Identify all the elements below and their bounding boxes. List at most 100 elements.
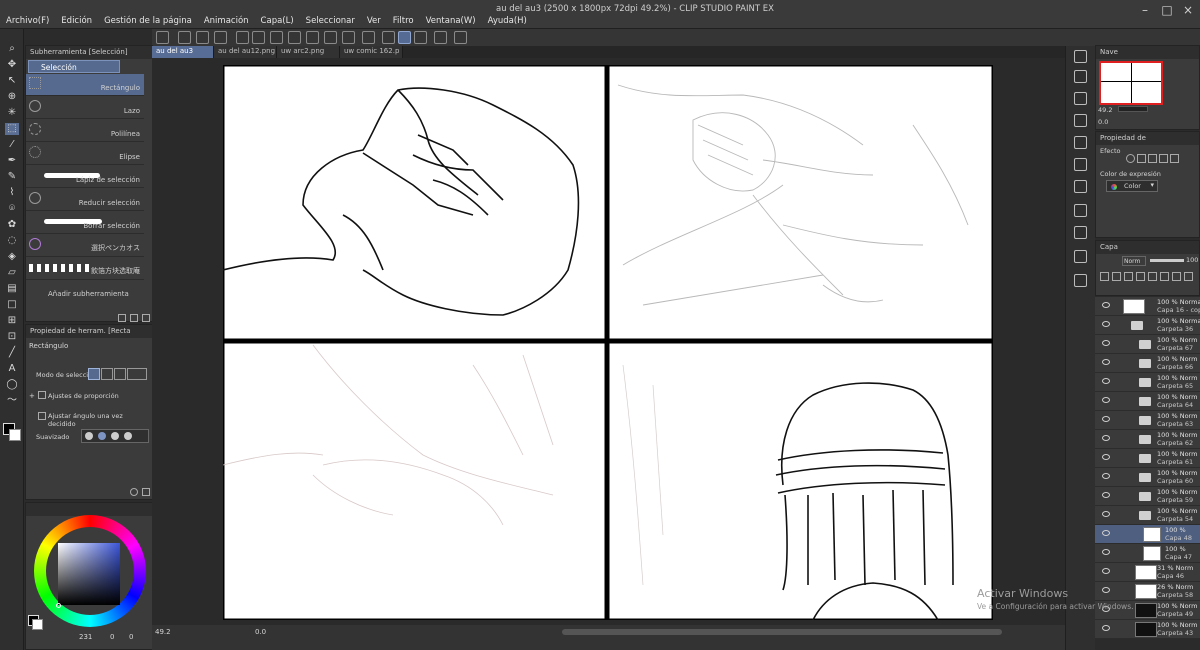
selection-mode-dropdown[interactable]	[127, 368, 147, 380]
menu-seleccionar[interactable]: Seleccionar	[306, 16, 355, 26]
tool-fill-icon[interactable]: ◈	[5, 251, 19, 263]
history-icon[interactable]	[1074, 136, 1087, 149]
subtool-group-tab[interactable]: Selección	[28, 60, 120, 73]
eye-icon[interactable]	[1102, 416, 1110, 422]
blend-mode-select[interactable]: Norm	[1122, 256, 1146, 266]
subtool-lapiz-seleccion[interactable]: Lápiz de selección	[26, 166, 144, 188]
tool-operation-icon[interactable]: ↖	[5, 75, 19, 87]
eye-icon[interactable]	[1102, 302, 1110, 308]
tool-correct-line-icon[interactable]: 〜	[5, 395, 19, 407]
new-raster-layer-icon[interactable]	[1100, 272, 1109, 281]
tool-zoom-icon[interactable]: ⌕	[5, 43, 19, 55]
maximize-icon[interactable]: □	[1160, 3, 1174, 17]
eye-icon[interactable]	[1102, 378, 1110, 384]
eye-icon[interactable]	[1102, 511, 1110, 517]
tool-blend-icon[interactable]: ◌	[5, 235, 19, 247]
layer-row[interactable]: 100 % Norm Carpeta 54	[1095, 506, 1200, 525]
layer-property-icon[interactable]	[1074, 114, 1087, 127]
subtool-custom-2[interactable]: 飲箔方块选取庵	[26, 258, 144, 280]
color-settings-icon[interactable]	[434, 31, 447, 44]
tool-eraser-icon[interactable]: ▱	[5, 267, 19, 279]
layer-row[interactable]: 100 % Norm Carpeta 60	[1095, 468, 1200, 487]
eye-icon[interactable]	[1102, 321, 1110, 327]
effect-watercolor-icon[interactable]	[1137, 154, 1146, 163]
smoothing-level-4[interactable]	[124, 432, 132, 440]
eye-icon[interactable]	[1102, 435, 1110, 441]
tool-text-icon[interactable]: A	[5, 363, 19, 375]
invert-selection-icon[interactable]	[342, 31, 355, 44]
status-angle[interactable]: 0.0	[255, 628, 266, 636]
opacity-slider[interactable]	[1150, 259, 1184, 262]
layer-row[interactable]: 100 % Normal Carpeta 36	[1095, 316, 1200, 335]
subtool-reducir-seleccion[interactable]: Reducir selección	[26, 189, 144, 211]
ruler-icon[interactable]	[382, 31, 395, 44]
navigator-icon[interactable]	[1074, 70, 1087, 83]
smoothing-selector[interactable]	[81, 429, 149, 443]
minimize-icon[interactable]: –	[1138, 3, 1152, 17]
layer-row[interactable]: 100 % Norm Carpeta 67	[1095, 335, 1200, 354]
tool-gradient-icon[interactable]: ▤	[5, 283, 19, 295]
subtool-lazo[interactable]: Lazo	[26, 97, 144, 119]
navigator-angle[interactable]: 0.0	[1098, 118, 1108, 126]
tool-decoration-icon[interactable]: ✿	[5, 219, 19, 231]
saturation-value-square[interactable]	[58, 543, 120, 605]
layer-row[interactable]: 100 % Norm Carpeta 64	[1095, 392, 1200, 411]
auto-action-icon[interactable]	[1074, 226, 1087, 239]
menu-capa[interactable]: Capa(L)	[261, 16, 294, 26]
selection-mode-new-icon[interactable]	[88, 368, 100, 380]
eye-icon[interactable]	[1102, 549, 1110, 555]
layer-row[interactable]: 100 % Norm Carpeta 63	[1095, 411, 1200, 430]
search-icon[interactable]	[1074, 50, 1087, 63]
layer-row[interactable]: 100 % Norm Carpeta 43	[1095, 620, 1200, 639]
tool-magic-wand-icon[interactable]: ✳	[5, 107, 19, 119]
tool-frame-icon[interactable]: ⊞	[5, 315, 19, 327]
navigator-preview[interactable]	[1099, 61, 1163, 105]
eye-icon[interactable]	[1102, 359, 1110, 365]
sub-color-indicator[interactable]	[32, 619, 43, 630]
selection-mode-subtract-icon[interactable]	[114, 368, 126, 380]
expression-color-select[interactable]: Color ▾	[1106, 180, 1158, 192]
sub-view-icon[interactable]	[1074, 180, 1087, 193]
menu-gestion-pagina[interactable]: Gestión de la página	[104, 16, 192, 26]
material-icon[interactable]	[1074, 92, 1087, 105]
subtool-custom-1[interactable]: 選択ペンカオス	[26, 235, 144, 257]
tool-pencil-icon[interactable]: ✎	[5, 171, 19, 183]
close-icon[interactable]: ×	[1181, 3, 1195, 17]
doc-tab-uw-arc2[interactable]: uw arc2.png	[277, 46, 340, 58]
selection-mode-add-icon[interactable]	[101, 368, 113, 380]
eye-icon[interactable]	[1102, 568, 1110, 574]
open-file-icon[interactable]	[196, 31, 209, 44]
doc-tab-uw-comic[interactable]: uw comic 162.p	[340, 46, 403, 58]
tool-airbrush-icon[interactable]: ⌾	[5, 203, 19, 215]
doc-tab-au-del-au12[interactable]: au del au12.png	[214, 46, 277, 58]
tool-pen-icon[interactable]: ✒	[5, 155, 19, 167]
horizontal-scrollbar[interactable]	[562, 629, 1002, 635]
menu-ver[interactable]: Ver	[367, 16, 381, 26]
tool-selection-icon[interactable]: ⬚	[5, 123, 19, 135]
transform-icon[interactable]	[288, 31, 301, 44]
proportion-expand-icon[interactable]: +	[29, 392, 35, 400]
layer-row[interactable]: 100 % Norm Carpeta 65	[1095, 373, 1200, 392]
menu-archivo[interactable]: Archivo(F)	[6, 16, 49, 26]
status-zoom[interactable]: 49.2	[155, 628, 171, 636]
clip-studio-icon[interactable]	[454, 31, 467, 44]
eye-icon[interactable]	[1102, 340, 1110, 346]
layer-row[interactable]: 100 % Capa 47	[1095, 544, 1200, 563]
subtool-new-icon[interactable]	[130, 314, 138, 322]
tool-property-settings-icon[interactable]	[130, 488, 138, 496]
redo-icon[interactable]	[252, 31, 265, 44]
eye-icon[interactable]	[1102, 473, 1110, 479]
deselect-icon[interactable]	[324, 31, 337, 44]
fill-icon[interactable]	[306, 31, 319, 44]
navigator-zoom[interactable]: 49.2	[1098, 106, 1112, 114]
animation-icon[interactable]	[1074, 250, 1087, 263]
effect-tone-icon[interactable]	[1148, 154, 1157, 163]
subtool-copy-icon[interactable]	[118, 314, 126, 322]
reference-layer-icon[interactable]	[1148, 272, 1157, 281]
canvas-page[interactable]	[221, 63, 995, 622]
add-subtool-button[interactable]: Añadir subherramienta	[48, 290, 129, 298]
eye-icon[interactable]	[1102, 454, 1110, 460]
layer-row[interactable]: 31 % Norm Capa 46	[1095, 563, 1200, 582]
layer-row[interactable]: 100 % Normal Capa 16 - copia	[1095, 297, 1200, 316]
menu-edicion[interactable]: Edición	[61, 16, 92, 26]
